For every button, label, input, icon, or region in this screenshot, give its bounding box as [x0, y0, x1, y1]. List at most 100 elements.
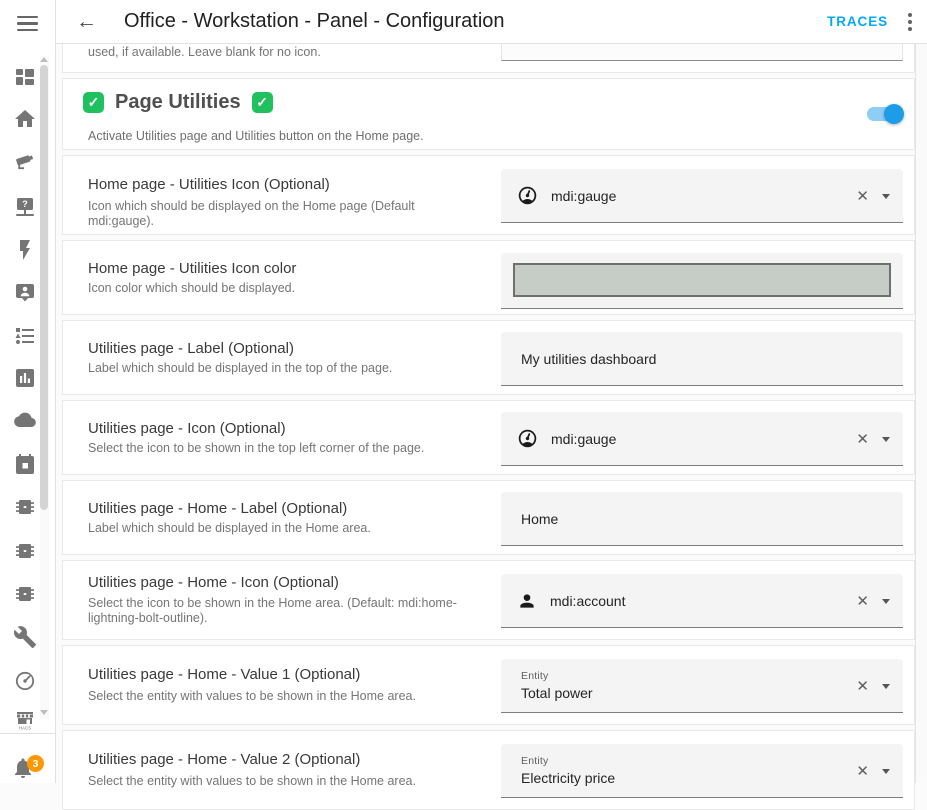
clear-icon[interactable]: ✕: [856, 679, 869, 694]
config-row: Utilities page - Home - Value 1 (Optiona…: [62, 645, 915, 725]
config-row: Utilities page - Home - Value 2 (Optiona…: [62, 730, 915, 810]
sidebar-item-cloud[interactable]: [13, 409, 37, 433]
todo-list-icon: [13, 324, 37, 348]
config-row: Utilities page - Home - Label (Optional)…: [62, 480, 915, 555]
page-utilities-toggle[interactable]: [867, 107, 901, 121]
cctv-icon: [13, 150, 37, 174]
config-row: Home page - Utilities Icon color Icon co…: [62, 240, 915, 315]
sidebar-item-device-3[interactable]: [13, 582, 37, 606]
row-description: Select the entity with values to be show…: [88, 689, 480, 704]
check-icon: ✓: [252, 92, 273, 113]
sidebar-item-calendar[interactable]: [13, 452, 37, 476]
field-value: mdi:gauge: [551, 188, 616, 204]
section-description: Activate Utilities page and Utilities bu…: [88, 129, 424, 143]
config-row-partial: used, if available. Leave blank for no i…: [62, 44, 915, 73]
entity-picker-field[interactable]: Entity Electricity price ✕: [501, 744, 903, 798]
sidebar-item-network[interactable]: ?: [13, 195, 37, 219]
toggle-knob[interactable]: [884, 104, 904, 124]
row-label: Utilities page - Home - Value 2 (Optiona…: [88, 751, 360, 768]
row-label: Utilities page - Home - Value 1 (Optiona…: [88, 666, 360, 683]
section-page-utilities: ✓ Page Utilities ✓ Activate Utilities pa…: [62, 78, 915, 150]
row-label: Utilities page - Icon (Optional): [88, 420, 286, 437]
clear-icon[interactable]: ✕: [856, 189, 869, 204]
config-row: Utilities page - Home - Icon (Optional) …: [62, 560, 915, 640]
main-scrollbar[interactable]: [915, 44, 927, 783]
view-dashboard-icon: [13, 65, 37, 89]
chevron-down-icon[interactable]: [882, 599, 890, 604]
sidebar-item-device-1[interactable]: [13, 495, 37, 519]
chevron-down-icon[interactable]: [882, 684, 890, 689]
chart-box-icon: [13, 366, 37, 390]
sidebar-item-developer-tools[interactable]: [13, 625, 37, 649]
home-icon: [13, 107, 37, 131]
row-description: Select the icon to be shown in the Home …: [88, 596, 480, 626]
row-description: used, if available. Leave blank for no i…: [88, 45, 321, 59]
text-field[interactable]: [501, 44, 903, 61]
sidebar-scrollbar-thumb[interactable]: [40, 65, 48, 510]
app-sidebar: ? HACS 3: [0, 0, 56, 783]
sidebar-item-todo-lists[interactable]: [13, 324, 37, 348]
row-description: Icon color which should be displayed.: [88, 281, 480, 296]
cloud-icon: [13, 409, 37, 433]
lightning-bolt-icon: [13, 238, 37, 262]
row-label: Utilities page - Label (Optional): [88, 340, 294, 357]
scroll-down-icon[interactable]: [40, 710, 48, 715]
icon-picker-field[interactable]: mdi:gauge ✕: [501, 169, 903, 223]
sidebar-item-hacs[interactable]: HACS: [13, 707, 37, 731]
text-field[interactable]: Home: [501, 492, 903, 546]
gauge-outline-icon: [13, 669, 37, 693]
chip-icon: [13, 582, 37, 606]
app-header: ← Office - Workstation - Panel - Configu…: [56, 0, 927, 44]
clear-icon[interactable]: ✕: [856, 764, 869, 779]
field-value: mdi:account: [550, 593, 625, 609]
chevron-down-icon[interactable]: [882, 437, 890, 442]
field-value: Electricity price: [521, 770, 615, 786]
sidebar-item-persons[interactable]: [13, 281, 37, 305]
field-floating-label: Entity: [521, 755, 615, 767]
sidebar-item-energy[interactable]: [13, 238, 37, 262]
chevron-down-icon[interactable]: [882, 194, 890, 199]
clear-icon[interactable]: ✕: [856, 594, 869, 609]
sidebar-divider: [0, 733, 55, 734]
field-value: Total power: [521, 685, 593, 701]
field-floating-label: Entity: [521, 670, 593, 682]
hacs-store-icon: HACS: [13, 707, 37, 731]
sidebar-item-dashboard[interactable]: [13, 65, 37, 89]
field-value: My utilities dashboard: [521, 351, 656, 367]
notification-badge: 3: [27, 755, 44, 772]
page-title: Office - Workstation - Panel - Configura…: [124, 10, 505, 33]
scroll-up-icon[interactable]: [40, 57, 48, 62]
row-description: Icon which should be displayed on the Ho…: [88, 199, 480, 229]
config-row: Utilities page - Icon (Optional) Select …: [62, 400, 915, 475]
sidebar-item-statistics[interactable]: [13, 366, 37, 390]
entity-picker-field[interactable]: Entity Total power ✕: [501, 659, 903, 713]
clear-icon[interactable]: ✕: [856, 432, 869, 447]
text-field[interactable]: My utilities dashboard: [501, 332, 903, 386]
traces-button[interactable]: TRACES: [827, 14, 888, 29]
back-button[interactable]: ←: [76, 11, 97, 32]
sidebar-item-home[interactable]: [13, 107, 37, 131]
chip-icon: [13, 539, 37, 563]
row-description: Label which should be displayed in the t…: [88, 361, 480, 376]
icon-picker-field[interactable]: mdi:account ✕: [501, 574, 903, 628]
overflow-menu-icon[interactable]: [908, 13, 912, 31]
hamburger-menu-icon[interactable]: [17, 16, 38, 35]
icon-picker-field[interactable]: mdi:gauge ✕: [501, 412, 903, 466]
svg-text:HACS: HACS: [19, 725, 31, 730]
config-row: Utilities page - Label (Optional) Label …: [62, 320, 915, 395]
row-description: Select the entity with values to be show…: [88, 774, 480, 789]
chevron-down-icon[interactable]: [882, 769, 890, 774]
color-picker-field[interactable]: [501, 253, 903, 309]
sidebar-item-gauge[interactable]: [13, 669, 37, 693]
network-help-icon: ?: [13, 195, 37, 219]
svg-text:?: ?: [22, 199, 28, 209]
config-row: Home page - Utilities Icon (Optional) Ic…: [62, 155, 915, 235]
sidebar-item-cameras[interactable]: [13, 150, 37, 174]
check-icon: ✓: [83, 92, 104, 113]
account-box-icon: [13, 281, 37, 305]
color-swatch[interactable]: [513, 263, 891, 297]
sidebar-item-device-2[interactable]: [13, 539, 37, 563]
wrench-icon: [13, 625, 37, 649]
gauge-icon: [517, 428, 538, 449]
row-description: Label which should be displayed in the H…: [88, 521, 480, 536]
